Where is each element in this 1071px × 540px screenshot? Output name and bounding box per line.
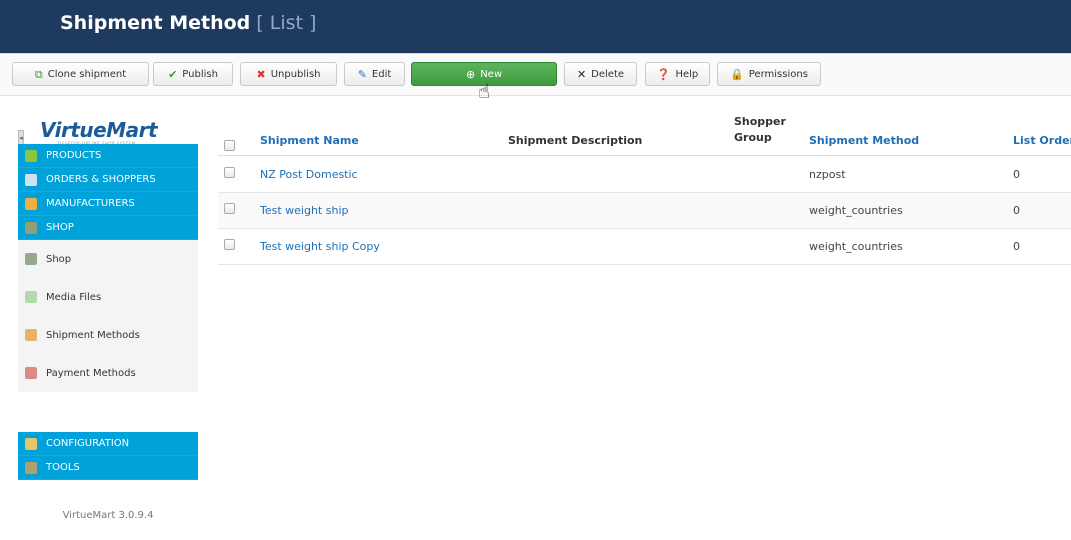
edit-label: Edit: [371, 68, 392, 80]
payment-icon: [25, 367, 37, 379]
menu-item-products[interactable]: PRODUCTS: [18, 144, 198, 168]
page-title: Shipment Method[ List ]: [60, 12, 316, 34]
clone-shipment-label: Clone shipment: [47, 68, 127, 80]
orders-icon: [25, 173, 37, 186]
submenu-item-shop[interactable]: Shop: [18, 240, 198, 278]
shop-submenu: Shop Media Files Shipment Methods Paymen…: [18, 240, 198, 392]
lock-icon: 🔒: [730, 67, 744, 81]
menu-item-shop[interactable]: SHOP: [18, 216, 198, 240]
col-list-order[interactable]: List Order: [1013, 134, 1071, 147]
products-icon: [25, 149, 37, 162]
help-icon: ❓: [656, 67, 671, 81]
page-title-main: Shipment Method: [60, 12, 251, 34]
submenu-item-label: Payment Methods: [46, 367, 136, 379]
page-title-subtitle: [ List ]: [256, 12, 317, 34]
col-shipment-method[interactable]: Shipment Method: [809, 134, 919, 147]
menu-item-label: SHOP: [46, 222, 74, 233]
shop-icon: [25, 253, 37, 265]
sidebar: ◂ VirtueMart DESKTOP-ONLINE SHOP SYSTEM …: [18, 110, 198, 540]
media-icon: [25, 291, 37, 303]
edit-icon: ✎: [357, 67, 367, 81]
truck-icon: [25, 329, 37, 341]
shop-icon: [25, 221, 37, 234]
table-row: NZ Post Domestic nzpost 0: [218, 157, 1071, 193]
main-menu: PRODUCTS ORDERS & SHOPPERS MANUFACTURERS…: [18, 144, 198, 240]
check-icon: ✔: [168, 67, 178, 81]
plus-icon: ⊕: [465, 67, 476, 81]
submenu-item-media-files[interactable]: Media Files: [18, 278, 198, 316]
list-order: 0: [1013, 240, 1020, 253]
virtuemart-logo: ◂ VirtueMart DESKTOP-ONLINE SHOP SYSTEM: [18, 110, 198, 146]
menu-item-label: PRODUCTS: [46, 150, 102, 161]
submenu-item-label: Shipment Methods: [46, 329, 140, 341]
publish-label: Publish: [182, 68, 218, 80]
bottom-menu: CONFIGURATION TOOLS: [18, 432, 198, 480]
shipment-name-link[interactable]: Test weight ship Copy: [260, 240, 380, 253]
table-header: Shipment Name Shipment Description Shopp…: [218, 100, 1071, 156]
shipment-name-link[interactable]: Test weight ship: [260, 204, 348, 217]
permissions-button[interactable]: 🔒 Permissions: [717, 62, 821, 86]
toolbar: ⧉ Clone shipment ✔ Publish ✖ Unpublish ✎…: [0, 55, 1071, 96]
help-label: Help: [675, 68, 699, 80]
delete-icon: ✕: [576, 67, 587, 81]
submenu-item-label: Media Files: [46, 291, 102, 303]
submenu-item-shipment-methods[interactable]: Shipment Methods: [18, 316, 198, 354]
shipment-method: nzpost: [809, 168, 846, 181]
delete-button[interactable]: ✕ Delete: [564, 62, 637, 86]
menu-item-label: TOOLS: [46, 462, 80, 473]
unpublish-label: Unpublish: [270, 68, 321, 80]
menu-item-label: CONFIGURATION: [46, 438, 130, 449]
select-all-checkbox[interactable]: [224, 140, 235, 151]
permissions-label: Permissions: [748, 68, 808, 80]
hand-pointer-icon: ☝: [478, 79, 491, 103]
edit-button[interactable]: ✎ Edit: [344, 62, 405, 86]
tools-icon: [25, 461, 37, 474]
menu-item-manufacturers[interactable]: MANUFACTURERS: [18, 192, 198, 216]
unpublish-button[interactable]: ✖ Unpublish: [240, 62, 337, 86]
new-label: New: [480, 68, 503, 80]
clone-shipment-button[interactable]: ⧉ Clone shipment: [12, 62, 149, 86]
menu-item-tools[interactable]: TOOLS: [18, 456, 198, 480]
menu-item-orders-shoppers[interactable]: ORDERS & SHOPPERS: [18, 168, 198, 192]
submenu-item-label: Shop: [46, 253, 72, 265]
row-checkbox[interactable]: [224, 239, 235, 250]
shipment-name-link[interactable]: NZ Post Domestic: [260, 168, 358, 181]
config-icon: [25, 437, 37, 450]
help-button[interactable]: ❓ Help: [645, 62, 710, 86]
list-order: 0: [1013, 168, 1020, 181]
menu-item-label: MANUFACTURERS: [46, 198, 135, 209]
submenu-item-payment-methods[interactable]: Payment Methods: [18, 354, 198, 392]
clone-icon: ⧉: [34, 67, 43, 81]
table-row: Test weight ship Copy weight_countries 0: [218, 229, 1071, 265]
menu-item-label: ORDERS & SHOPPERS: [46, 174, 156, 185]
page-header: Shipment Method[ List ]: [0, 0, 1071, 54]
row-checkbox[interactable]: [224, 203, 235, 214]
col-shopper-group: Shopper Group: [734, 115, 786, 144]
logo-text: VirtueMart: [40, 118, 158, 142]
unpublish-icon: ✖: [256, 67, 266, 81]
shipment-method: weight_countries: [809, 204, 903, 217]
shipment-method: weight_countries: [809, 240, 903, 253]
publish-button[interactable]: ✔ Publish: [153, 62, 233, 86]
list-order: 0: [1013, 204, 1020, 217]
wrench-icon: [25, 197, 37, 210]
row-checkbox[interactable]: [224, 167, 235, 178]
delete-label: Delete: [591, 68, 625, 80]
col-shipment-description: Shipment Description: [508, 134, 643, 147]
menu-item-configuration[interactable]: CONFIGURATION: [18, 432, 198, 456]
table-row: Test weight ship weight_countries 0: [218, 193, 1071, 229]
col-shipment-name[interactable]: Shipment Name: [260, 134, 359, 147]
version-label: VirtueMart 3.0.9.4: [62, 510, 154, 521]
